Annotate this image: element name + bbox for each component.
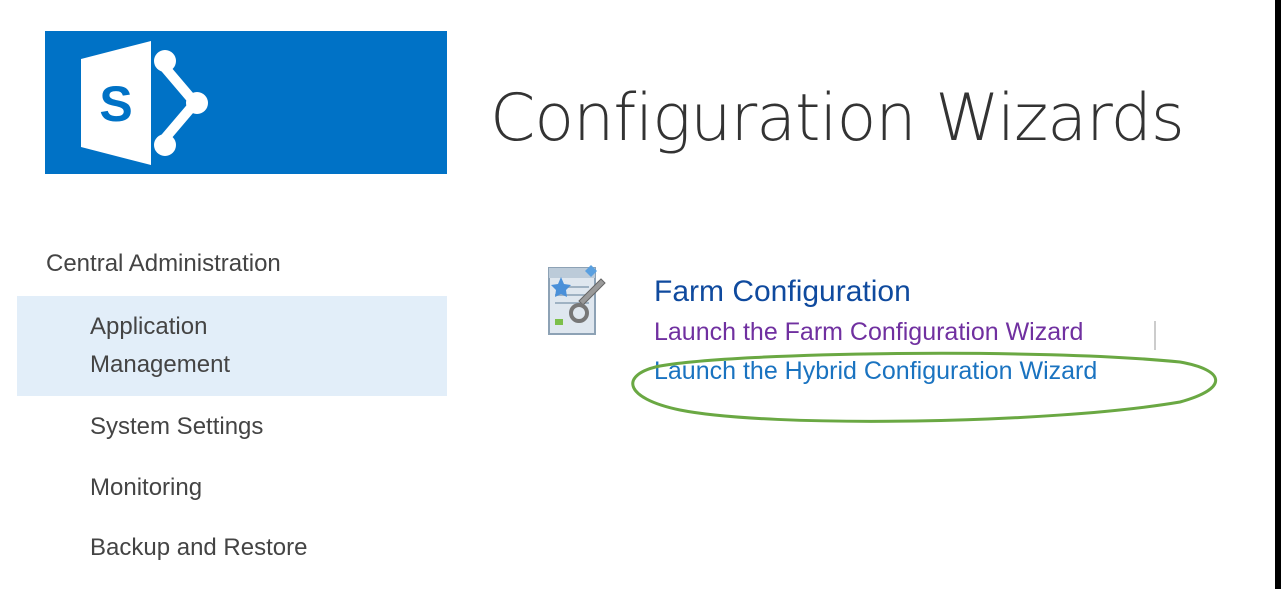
window-border <box>1275 0 1281 589</box>
nav-item-label: Monitoring <box>90 474 203 501</box>
highlight-ellipse <box>631 351 1217 423</box>
nav-item-system-settings[interactable]: System Settings <box>17 408 447 446</box>
quick-launch-header[interactable]: Central Administration <box>46 250 281 278</box>
svg-text:S: S <box>99 76 132 132</box>
page-title: Configuration Wizards <box>490 81 1185 156</box>
nav-item-label: Backup and Restore <box>90 534 308 561</box>
farm-configuration-icon <box>545 265 607 344</box>
nav-item-backup-and-restore[interactable]: Backup and Restore <box>17 529 447 567</box>
nav-item-application-management[interactable]: Application Management <box>17 296 447 396</box>
sharepoint-logo-icon: S <box>81 41 208 165</box>
section-title[interactable]: Farm Configuration <box>654 275 911 309</box>
nav-item-label: System Settings <box>90 413 264 440</box>
sharepoint-logo[interactable]: S <box>45 31 447 174</box>
nav-item-monitoring[interactable]: Monitoring <box>17 469 447 507</box>
launch-farm-configuration-wizard-link[interactable]: Launch the Farm Configuration Wizard <box>654 318 1083 347</box>
nav-item-label: Application Management <box>90 313 231 378</box>
